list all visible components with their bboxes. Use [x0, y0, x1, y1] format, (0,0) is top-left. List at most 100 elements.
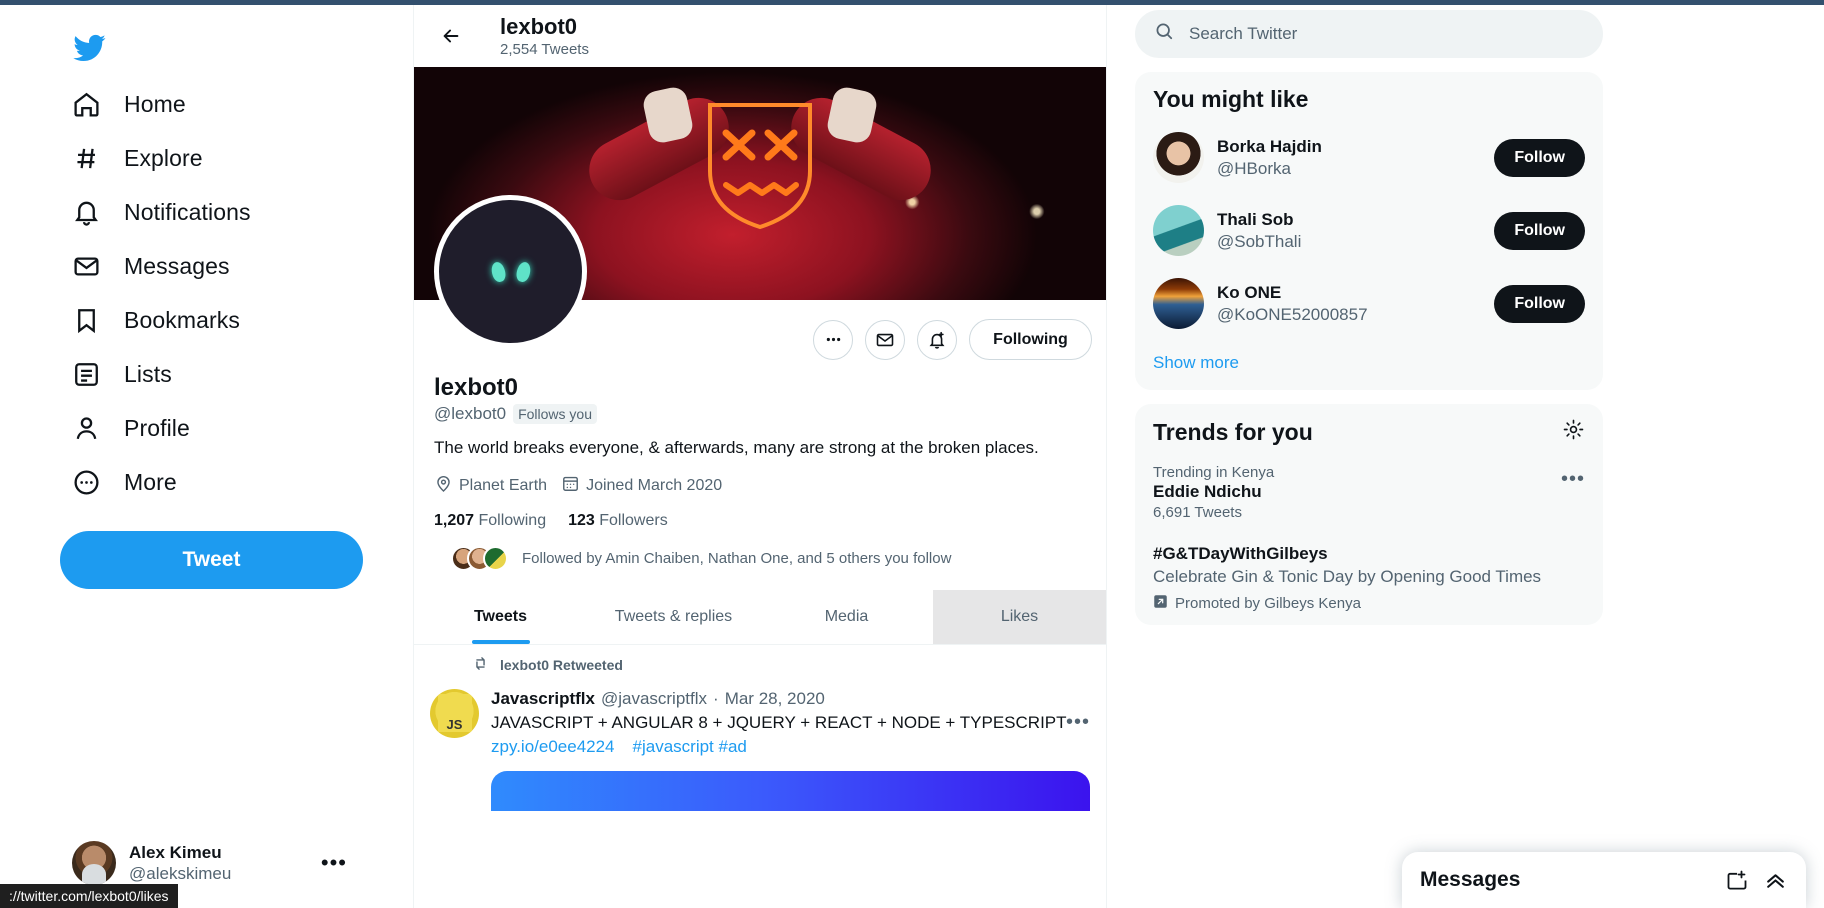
followed-by-text[interactable]: Followed by Amin Chaiben, Nathan One, an… — [522, 550, 951, 567]
primary-sidebar: Home Explore Notifications Messages Book… — [0, 5, 413, 908]
profile-avatar[interactable] — [434, 195, 587, 348]
suggested-user-name: Thali Sob — [1217, 210, 1294, 230]
tab-tweets-replies[interactable]: Tweets & replies — [587, 590, 760, 644]
avatar — [483, 545, 508, 571]
search-box[interactable] — [1135, 10, 1603, 58]
tweet-handle: @javascriptflx — [600, 688, 708, 708]
sidebar-item-label: Notifications — [124, 199, 251, 225]
tab-likes[interactable]: Likes — [933, 589, 1106, 644]
you-might-like-panel: You might like Borka Hajdin @HBorka Foll… — [1135, 72, 1603, 390]
tab-label: Likes — [1000, 607, 1039, 625]
sidebar-item-profile[interactable]: Profile — [60, 402, 300, 455]
tweet-media-card[interactable] — [491, 770, 1090, 811]
account-handle: @alekskimeu — [129, 864, 232, 883]
tweet-item[interactable]: JS Javascriptflx @javascriptflx · Mar 28… — [414, 677, 1106, 811]
suggested-user-names: Borka Hajdin @HBorka — [1217, 136, 1481, 179]
follow-button[interactable]: Follow — [1494, 138, 1585, 177]
more-dots-icon[interactable] — [813, 319, 853, 360]
tweet-button[interactable]: Tweet — [60, 531, 363, 589]
profile-joined-label: Joined March 2020 — [586, 476, 723, 494]
avatar-art — [514, 260, 532, 283]
banner-mask-graphic — [708, 102, 812, 229]
chevron-up-icon[interactable] — [1763, 868, 1788, 893]
twitter-bird-icon[interactable] — [60, 19, 118, 77]
tweet-author[interactable]: Javascriptflx — [491, 689, 595, 709]
location-pin-icon — [434, 474, 453, 498]
new-message-icon[interactable] — [1725, 868, 1749, 892]
right-sidebar: You might like Borka Hajdin @HBorka Foll… — [1107, 5, 1824, 908]
profile-location: Planet Earth — [434, 474, 547, 498]
sidebar-item-label: Lists — [124, 361, 172, 387]
following-count-link[interactable]: 1,207 Following — [434, 512, 546, 530]
trend-promoted: Promoted by Gilbeys Kenya — [1153, 594, 1585, 613]
tab-label: Tweets & replies — [614, 607, 733, 625]
tweet-links: zpy.io/e0ee4224 #javascript #ad — [491, 737, 1090, 757]
trend-context: Trending in Kenya — [1153, 464, 1275, 481]
tab-label: Tweets — [473, 607, 528, 625]
sidebar-item-messages[interactable]: Messages — [60, 240, 300, 293]
trend-name: Eddie Ndichu — [1153, 482, 1262, 501]
suggested-user-names: Thali Sob @SobThali — [1217, 209, 1481, 252]
sidebar-item-label: Bookmarks — [124, 307, 240, 333]
sidebar-item-bookmarks[interactable]: Bookmarks — [60, 294, 300, 347]
retweet-label: lexbot0 Retweeted — [500, 656, 623, 673]
show-more-link[interactable]: Show more — [1135, 340, 1603, 390]
gear-icon[interactable] — [1562, 418, 1585, 446]
profile-meta: Planet Earth Joined March 2020 — [434, 474, 1088, 498]
trends-header: Trends for you — [1135, 404, 1603, 454]
followed-by[interactable]: Followed by Amin Chaiben, Nathan One, an… — [434, 545, 1088, 571]
suggested-user-row[interactable]: Ko ONE @KoONE52000857 Follow — [1135, 267, 1603, 340]
sidebar-item-label: Explore — [124, 145, 203, 171]
trends-panel: Trends for you Trending in Kenya Eddie N… — [1135, 404, 1603, 626]
tab-media[interactable]: Media — [760, 590, 933, 644]
followers-label: Followers — [599, 511, 668, 529]
trend-description: Celebrate Gin & Tonic Day by Opening Goo… — [1153, 567, 1542, 586]
avatar[interactable]: JS — [430, 688, 479, 738]
header-titles: lexbot0 2,554 Tweets — [500, 14, 589, 57]
trend-item[interactable]: #G&TDayWithGilbeys Celebrate Gin & Tonic… — [1135, 533, 1603, 625]
tweet-hashtag[interactable]: #javascript — [633, 737, 714, 756]
person-icon — [71, 413, 102, 444]
following-button[interactable]: Following — [969, 319, 1092, 360]
home-icon — [71, 89, 102, 120]
tweet-text: JAVASCRIPT + ANGULAR 8 + JQUERY + REACT … — [491, 712, 1067, 732]
tweet-hashtag[interactable]: #ad — [719, 737, 747, 756]
tab-tweets[interactable]: Tweets — [414, 590, 587, 644]
bell-plus-icon[interactable] — [917, 319, 957, 360]
more-dots-icon[interactable]: ••• — [321, 850, 351, 876]
avatar[interactable] — [1153, 278, 1204, 329]
profile-info: lexbot0 @lexbot0 Follows you The world b… — [414, 366, 1106, 645]
avatar[interactable] — [1153, 132, 1204, 183]
suggested-user-row[interactable]: Thali Sob @SobThali Follow — [1135, 194, 1603, 267]
follow-button[interactable]: Follow — [1494, 211, 1585, 250]
more-dots-icon[interactable]: ••• — [1561, 468, 1585, 491]
sidebar-item-notifications[interactable]: Notifications — [60, 186, 300, 239]
follows-you-badge: Follows you — [513, 403, 597, 424]
sidebar-item-home[interactable]: Home — [60, 78, 300, 131]
back-arrow-icon[interactable] — [432, 17, 470, 55]
profile-handle-row: @lexbot0 Follows you — [434, 403, 1088, 424]
suggested-user-row[interactable]: Borka Hajdin @HBorka Follow — [1135, 121, 1603, 194]
followers-count-link[interactable]: 123 Followers — [568, 512, 668, 530]
tweet-date[interactable]: Mar 28, 2020 — [725, 689, 825, 709]
follow-button[interactable]: Follow — [1494, 284, 1585, 323]
sidebar-item-more[interactable]: More — [60, 456, 300, 509]
trend-item[interactable]: Trending in Kenya Eddie Ndichu 6,691 Twe… — [1135, 454, 1603, 533]
envelope-icon — [71, 251, 102, 282]
envelope-icon[interactable] — [865, 319, 905, 360]
retweet-icon — [472, 655, 489, 675]
tweet-link[interactable]: zpy.io/e0ee4224 — [491, 737, 615, 757]
following-count: 1,207 — [434, 511, 475, 529]
avatar[interactable] — [1153, 205, 1204, 256]
search-input[interactable] — [1189, 24, 1584, 44]
profile-column: lexbot0 2,554 Tweets Following lexbot0 @… — [413, 5, 1107, 908]
sidebar-item-explore[interactable]: Explore — [60, 132, 300, 185]
more-dots-icon[interactable]: ••• — [1066, 711, 1090, 734]
sidebar-item-lists[interactable]: Lists — [60, 348, 300, 401]
js-logo-icon: JS — [437, 694, 472, 733]
promoted-label: Promoted by Gilbeys Kenya — [1175, 595, 1361, 613]
bell-icon — [71, 197, 102, 228]
messages-dock[interactable]: Messages — [1402, 852, 1806, 908]
trend-count: 6,691 Tweets — [1153, 504, 1242, 521]
list-icon — [71, 359, 102, 390]
